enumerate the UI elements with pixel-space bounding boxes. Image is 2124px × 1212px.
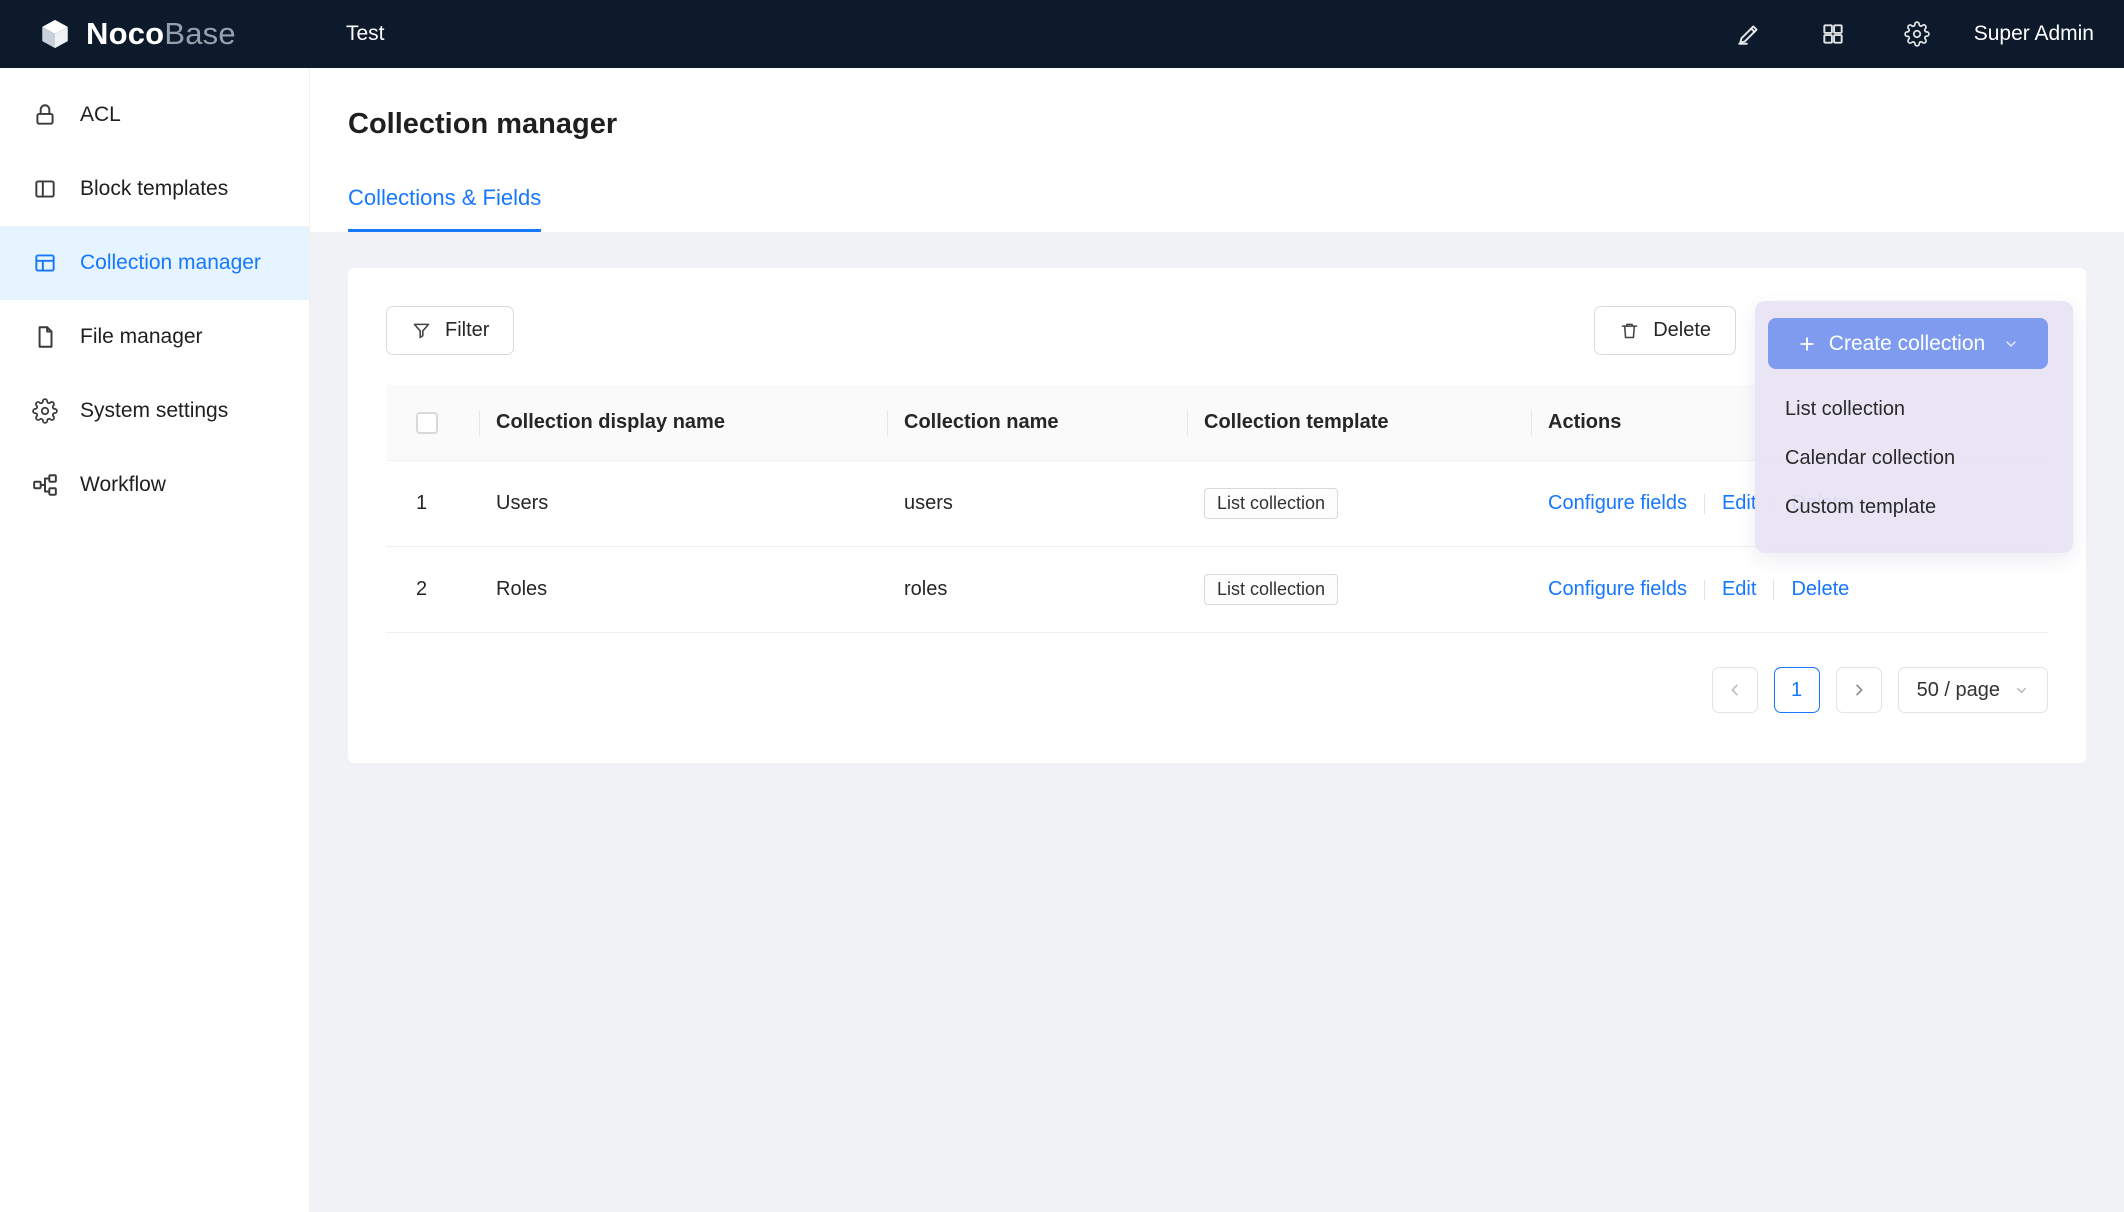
pagination: 1 50 / page: [386, 667, 2048, 713]
gear-icon: [32, 398, 58, 424]
brand-bold: Noco: [86, 16, 164, 51]
cell-collection-name: users: [888, 492, 1188, 515]
configure-fields-link[interactable]: Configure fields: [1548, 578, 1687, 601]
menu-item-calendar-collection[interactable]: Calendar collection: [1755, 434, 2073, 483]
delete-label: Delete: [1653, 319, 1711, 342]
action-divider: [1704, 580, 1705, 600]
highlighter-icon[interactable]: [1736, 21, 1762, 47]
cell-collection-name: roles: [888, 578, 1188, 601]
user-menu[interactable]: Super Admin: [1974, 22, 2094, 46]
settings-sidebar: ACL Block templates Collection manager F…: [0, 68, 310, 1212]
edit-link[interactable]: Edit: [1722, 492, 1756, 515]
configure-fields-link[interactable]: Configure fields: [1548, 492, 1687, 515]
row-index: 2: [386, 578, 480, 601]
cell-actions: Configure fields Edit Delete: [1532, 578, 2048, 601]
create-menu: List collection Calendar collection Cust…: [1755, 385, 2073, 532]
create-collection-button[interactable]: Create collection: [1768, 318, 2048, 369]
menu-item-custom-template[interactable]: Custom template: [1755, 483, 2073, 532]
page-size-value: 50 / page: [1917, 679, 2000, 702]
template-tag: List collection: [1204, 488, 1338, 519]
plus-icon: [1797, 334, 1817, 354]
action-divider: [1704, 494, 1705, 514]
chevron-down-icon: [2014, 683, 2029, 698]
chevron-down-icon: [2003, 336, 2019, 352]
previous-page-button[interactable]: [1712, 667, 1758, 713]
filter-icon: [411, 320, 432, 341]
sidebar-item-label: File manager: [80, 325, 203, 349]
file-icon: [32, 324, 58, 350]
next-page-button[interactable]: [1836, 667, 1882, 713]
header-menu-test[interactable]: Test: [346, 22, 385, 46]
tabs-row: Collections & Fields: [348, 185, 2086, 232]
cube-logo-icon: [38, 17, 72, 51]
page-title: Collection manager: [348, 108, 2086, 141]
page-number-1[interactable]: 1: [1774, 667, 1820, 713]
lock-icon: [32, 102, 58, 128]
page-size-select[interactable]: 50 / page: [1898, 667, 2048, 713]
column-header: Collection template: [1188, 411, 1532, 434]
column-header: Collection name: [888, 411, 1188, 434]
column-header: Collection display name: [480, 411, 888, 434]
create-collection-dropdown: Create collection List collection Calend…: [1755, 301, 2073, 553]
sidebar-item-acl[interactable]: ACL: [0, 78, 309, 152]
cell-template: List collection: [1188, 488, 1532, 519]
cell-display-name: Users: [480, 492, 888, 515]
cell-display-name: Roles: [480, 578, 888, 601]
edit-link[interactable]: Edit: [1722, 578, 1756, 601]
sidebar-item-label: Block templates: [80, 177, 228, 201]
filter-button[interactable]: Filter: [386, 306, 514, 355]
sidebar-item-label: System settings: [80, 399, 228, 423]
menu-item-list-collection[interactable]: List collection: [1755, 385, 2073, 434]
sidebar-item-label: ACL: [80, 103, 121, 127]
sidebar-item-label: Collection manager: [80, 251, 261, 275]
sidebar-item-block-templates[interactable]: Block templates: [0, 152, 309, 226]
workflow-icon: [32, 472, 58, 498]
trash-icon: [1619, 320, 1640, 341]
delete-link[interactable]: Delete: [1791, 578, 1849, 601]
chevron-left-icon: [1727, 682, 1743, 698]
cell-template: List collection: [1188, 574, 1532, 605]
filter-label: Filter: [445, 319, 489, 342]
brand-logo[interactable]: NocoBase: [0, 16, 310, 52]
sidebar-item-label: Workflow: [80, 473, 166, 497]
apps-grid-icon[interactable]: [1820, 21, 1846, 47]
page-header: Collection manager Collections & Fields: [310, 68, 2124, 233]
row-index: 1: [386, 492, 480, 515]
sidebar-item-system-settings[interactable]: System settings: [0, 374, 309, 448]
sidebar-item-file-manager[interactable]: File manager: [0, 300, 309, 374]
main-area: Collection manager Collections & Fields …: [310, 68, 2124, 1212]
sidebar-item-workflow[interactable]: Workflow: [0, 448, 309, 522]
table-row: 2 Roles roles List collection Configure …: [386, 547, 2048, 633]
sidebar-item-collection-manager[interactable]: Collection manager: [0, 226, 309, 300]
select-all-checkbox[interactable]: [416, 412, 438, 434]
layout-icon: [32, 176, 58, 202]
brand-light: Base: [164, 16, 235, 51]
table-icon: [32, 250, 58, 276]
delete-button[interactable]: Delete: [1594, 306, 1736, 355]
tab-collections-fields[interactable]: Collections & Fields: [348, 185, 541, 232]
template-tag: List collection: [1204, 574, 1338, 605]
chevron-right-icon: [1851, 682, 1867, 698]
create-collection-label: Create collection: [1829, 332, 1985, 356]
action-divider: [1773, 580, 1774, 600]
gear-icon[interactable]: [1904, 21, 1930, 47]
brand-name: NocoBase: [86, 16, 236, 52]
top-header: NocoBase Test Super Admin: [0, 0, 2124, 68]
select-all-cell: [386, 412, 480, 434]
